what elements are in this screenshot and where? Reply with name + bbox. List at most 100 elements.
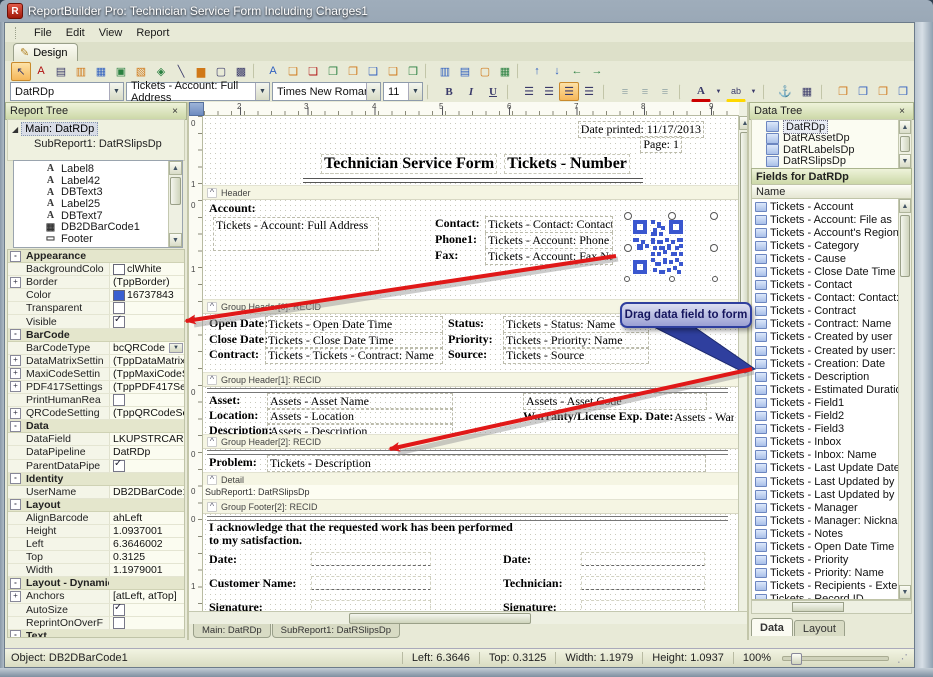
toolbar-icon[interactable]: ▦ [91, 62, 111, 81]
field-item[interactable]: Tickets - Contact: Contact: First ... [754, 292, 911, 305]
toolbar-icon[interactable]: ❒ [403, 62, 423, 81]
field-label[interactable]: Date: [209, 552, 237, 567]
selection-handle[interactable] [710, 212, 718, 220]
scroll-up-icon[interactable]: ▲ [899, 199, 911, 213]
field-item[interactable]: Tickets - Inbox [754, 436, 911, 449]
report-title-right[interactable]: Tickets - Number [504, 154, 630, 174]
dropdown-icon[interactable]: ▼ [169, 343, 183, 353]
fill-in-line[interactable] [311, 552, 431, 566]
property-value[interactable]: ▼ [109, 630, 184, 638]
toolbar-icon[interactable]: ◈ [151, 62, 171, 81]
problem-label[interactable]: Problem: [209, 455, 257, 470]
field-label[interactable]: Phone1: [435, 232, 485, 247]
field-label[interactable]: Close Date: [209, 332, 268, 347]
checkbox[interactable] [113, 617, 125, 629]
field-value[interactable]: Tickets - Open Date Time [265, 316, 443, 333]
scroll-thumb[interactable] [170, 177, 181, 205]
objects-scrollbar[interactable]: ▲ ▼ [168, 161, 182, 247]
property-value[interactable]: DatRDp ▼ [109, 446, 184, 458]
property-row[interactable]: - Layout - Dynamic ▼ [8, 577, 184, 590]
toolbar-icon[interactable]: ❑ [363, 62, 383, 81]
field-value[interactable]: Tickets - Priority: Name [503, 332, 649, 349]
property-row[interactable]: BarCodeType bcQRCode ▼ [8, 342, 184, 355]
field-value[interactable]: Tickets - Account: Phone 1 [485, 232, 613, 249]
valign-button[interactable]: ≡ [655, 82, 675, 101]
property-row[interactable]: Left 6.3646002 ▼ [8, 538, 184, 551]
toolbar-icon[interactable]: ▥ [435, 62, 455, 81]
tab-design[interactable]: ✎ Design [13, 43, 78, 61]
expand-icon[interactable]: + [10, 277, 21, 288]
property-value[interactable]: clWhite ▼ [109, 263, 184, 275]
toolbar-icon[interactable]: → [587, 62, 607, 81]
pipeline-item[interactable]: DatRSlipsDp [766, 156, 911, 168]
field-item[interactable]: Tickets - Field1 [754, 396, 911, 409]
toolbar-icon[interactable]: ❐ [343, 62, 363, 81]
expand-icon[interactable]: - [10, 421, 21, 432]
property-row[interactable]: + DataMatrixSettin (TppDataMatrixSetting… [8, 355, 184, 368]
field-item[interactable]: Tickets - Creation: Date [754, 357, 911, 370]
name-column-header[interactable]: Name [751, 184, 912, 199]
property-row[interactable]: AlignBarcode ahLeft ▼ [8, 512, 184, 525]
expand-icon[interactable]: - [10, 630, 21, 638]
toolbar-icon[interactable]: ❑ [383, 62, 403, 81]
field-item[interactable]: Tickets - Inbox: Name [754, 449, 911, 462]
toolbar-icon[interactable]: ↓ [547, 62, 567, 81]
fill-in-line[interactable] [311, 600, 431, 611]
property-value[interactable]: (TppBorder) ▼ [109, 276, 184, 288]
selection-handle[interactable] [668, 212, 676, 220]
property-value[interactable]: 0.3125 ▼ [109, 551, 184, 563]
toolbar-icon[interactable] [253, 63, 261, 79]
property-row[interactable]: - Layout ▼ [8, 499, 184, 512]
checkbox[interactable] [113, 394, 125, 406]
field-item[interactable]: Tickets - Field2 [754, 410, 911, 423]
property-value[interactable]: (TppMaxiCodeSettings) ▼ [109, 368, 184, 380]
scroll-up-icon[interactable]: ▲ [899, 120, 911, 134]
property-value[interactable]: ▼ [109, 473, 184, 485]
property-row[interactable]: + Border (TppBorder) ▼ [8, 276, 184, 289]
field-label[interactable]: Customer Name: [209, 576, 296, 591]
layer-order-button[interactable]: ❐ [853, 82, 873, 101]
expand-icon[interactable]: + [10, 408, 21, 419]
property-value[interactable]: (TppPDF417Settings) ▼ [109, 381, 184, 393]
bold-button[interactable]: B [439, 82, 459, 101]
property-value[interactable]: 6.3646002 ▼ [109, 538, 184, 550]
expand-icon[interactable]: - [10, 499, 21, 510]
toolbar-icon[interactable]: ▧ [131, 62, 151, 81]
field-item[interactable]: Tickets - Manager [754, 501, 911, 514]
fill-in-line[interactable] [311, 576, 431, 590]
menu-item[interactable]: File [27, 25, 59, 41]
pipelines-scrollbar[interactable]: ▲ ▼ [898, 120, 911, 168]
field-value[interactable]: Tickets - Tickets - Contract: Name [265, 347, 443, 364]
expand-icon[interactable]: + [10, 355, 21, 366]
property-value[interactable]: ▼ [109, 617, 184, 629]
property-row[interactable]: ReprintOnOverF ▼ [8, 617, 184, 630]
expand-icon[interactable]: - [10, 251, 21, 262]
toolbar-icon[interactable]: ▤ [455, 62, 475, 81]
checkbox[interactable] [113, 302, 125, 314]
toolbar-icon[interactable]: ❐ [323, 62, 343, 81]
property-value[interactable]: bcQRCode ▼ [109, 342, 184, 354]
layer-order-button[interactable]: ❐ [833, 82, 853, 101]
property-value[interactable]: ahLeft ▼ [109, 512, 184, 524]
align-button[interactable]: ☰ [539, 82, 559, 101]
toolbar-icon[interactable]: ← [567, 62, 587, 81]
property-row[interactable]: - Appearance ▼ [8, 250, 184, 263]
barcode-selection[interactable] [627, 215, 715, 279]
font-size-combo[interactable]: 11▼ [383, 82, 423, 101]
property-value[interactable]: [atLeft, atTop] ▼ [109, 590, 184, 602]
report-title[interactable]: Technician Service Form Tickets - Number [293, 154, 658, 177]
property-value[interactable]: ▼ [109, 460, 184, 472]
toolbar-icon[interactable]: ↑ [527, 62, 547, 81]
report-object-item[interactable]: ADBText7 [44, 210, 182, 222]
property-row[interactable]: + MaxiCodeSettin (TppMaxiCodeSettings) ▼ [8, 368, 184, 381]
property-value[interactable]: ▼ [109, 329, 184, 341]
field-item[interactable]: Tickets - Description [754, 370, 911, 383]
field-label[interactable]: Contract: [209, 347, 259, 362]
field-label[interactable]: Status: [448, 316, 484, 331]
pipeline-item[interactable]: DatRDp [766, 121, 911, 133]
property-value[interactable]: ▼ [109, 604, 184, 616]
field-label[interactable]: Location: [209, 408, 258, 423]
field-item[interactable]: Tickets - Account: File as [754, 213, 911, 226]
property-row[interactable]: - Data ▼ [8, 420, 184, 433]
align-button[interactable]: ☰ [559, 82, 579, 101]
